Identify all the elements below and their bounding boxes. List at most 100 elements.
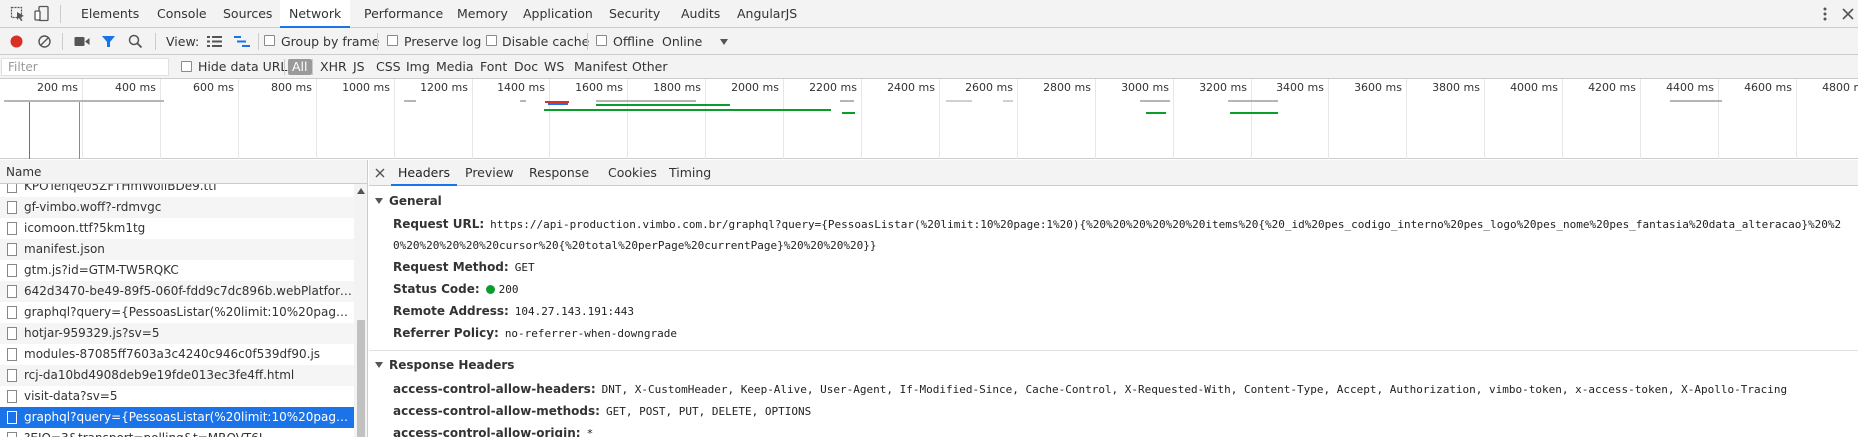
filter-type-font[interactable]: Font <box>480 55 507 79</box>
timeline-gridline <box>1173 79 1174 159</box>
name-column-header[interactable]: Name <box>6 160 41 184</box>
preserve-log-checkbox[interactable] <box>387 35 398 46</box>
hide-data-urls-checkbox[interactable] <box>181 61 192 72</box>
search-icon[interactable] <box>128 34 143 49</box>
timeline-tick-label: 4000 ms <box>1510 81 1558 94</box>
request-bar <box>840 100 854 102</box>
tab-sources[interactable]: Sources <box>214 0 281 27</box>
request-row[interactable]: modules-87085ff7603a3c4240c946c0f539df90… <box>0 344 354 365</box>
tab-angularjs[interactable]: AngularJS <box>728 0 806 27</box>
tab-memory[interactable]: Memory <box>448 0 517 27</box>
record-icon[interactable] <box>9 34 24 49</box>
offline-checkbox[interactable] <box>596 35 607 46</box>
request-row[interactable]: graphql?query={PessoasListar(%20limit:10… <box>0 407 354 428</box>
devtools-tab-bar: Elements Console Sources Network Perform… <box>0 0 1858 28</box>
response-header-value: * <box>586 427 594 437</box>
details-tab-cookies[interactable]: Cookies <box>601 160 664 186</box>
device-toolbar-icon[interactable] <box>34 5 50 23</box>
referrer-policy-key: Referrer Policy: <box>393 326 499 340</box>
timeline-overview[interactable]: 200 ms 400 ms 600 ms 800 ms 1000 ms 1200 ms 14… <box>0 79 1858 159</box>
details-tab-preview[interactable]: Preview <box>458 160 521 186</box>
request-name: gtm.js?id=GTM-TW5RQKC <box>24 263 179 277</box>
details-tab-timing[interactable]: Timing <box>662 160 718 186</box>
scrollbar-thumb[interactable] <box>357 320 365 437</box>
timeline-tick-label: 200 ms <box>37 81 78 94</box>
request-row[interactable]: visit-data?sv=5 <box>0 386 354 407</box>
filter-input[interactable]: Filter <box>1 58 169 76</box>
referrer-policy-row: Referrer Policy: no-referrer-when-downgra… <box>393 326 677 340</box>
request-row[interactable]: ?EIO=3&transport=polling&t=MROVT6L <box>0 428 354 437</box>
capture-screenshots-icon[interactable] <box>74 35 90 48</box>
timeline-gridline <box>238 79 239 159</box>
request-row[interactable]: rcj-da10bd4908deb9e19fde013ec3fe4ff.html <box>0 365 354 386</box>
requests-scrollbar[interactable] <box>354 184 367 437</box>
filter-type-manifest[interactable]: Manifest <box>574 55 627 79</box>
disable-cache-checkbox[interactable] <box>486 35 497 46</box>
file-icon <box>7 306 17 319</box>
timeline-tick-label: 3000 ms <box>1121 81 1169 94</box>
file-icon <box>7 348 17 361</box>
filter-type-img[interactable]: Img <box>406 55 430 79</box>
request-row[interactable]: KPOTenqe05ZFTHmWollBDe9.ttf <box>0 184 354 197</box>
close-devtools-icon[interactable] <box>1840 6 1856 22</box>
request-method-value: GET <box>514 261 535 274</box>
timeline-tick-label: 1600 ms <box>575 81 623 94</box>
more-options-icon[interactable] <box>1822 6 1828 22</box>
show-overview-icon[interactable] <box>234 35 250 48</box>
details-tab-headers[interactable]: Headers <box>391 160 458 186</box>
filter-type-media[interactable]: Media <box>436 55 474 79</box>
filter-type-doc[interactable]: Doc <box>514 55 538 79</box>
filter-type-css[interactable]: CSS <box>376 55 401 79</box>
request-name: icomoon.ttf?5km1tg <box>24 221 146 235</box>
dom-content-loaded-marker <box>29 100 30 159</box>
timeline-tick-label: 2200 ms <box>809 81 857 94</box>
request-bar <box>544 109 831 111</box>
filter-type-xhr[interactable]: XHR <box>320 55 347 79</box>
group-by-frame-checkbox[interactable] <box>264 35 275 46</box>
timeline-tick-label: 4600 ms <box>1744 81 1792 94</box>
request-row[interactable]: manifest.json <box>0 239 354 260</box>
request-bar <box>4 100 164 102</box>
timeline-tick-label: 3200 ms <box>1199 81 1247 94</box>
request-bar <box>404 100 416 102</box>
request-row[interactable]: gf-vimbo.woff?-rdmvgc <box>0 197 354 218</box>
request-row[interactable]: icomoon.ttf?5km1tg <box>0 218 354 239</box>
response-headers-section-toggle[interactable]: Response Headers <box>375 358 514 372</box>
clear-icon[interactable] <box>37 34 52 49</box>
filter-type-other[interactable]: Other <box>632 55 668 79</box>
file-icon <box>7 222 17 235</box>
response-headers-section-title: Response Headers <box>389 358 515 372</box>
timeline-gridline <box>472 79 473 159</box>
tab-security[interactable]: Security <box>600 0 669 27</box>
timeline-gridline <box>783 79 784 159</box>
throttling-select[interactable]: Online <box>662 28 702 55</box>
request-row[interactable]: 642d3470-be49-89f5-060f-fdd9c7dc896b.web… <box>0 281 354 302</box>
tab-console[interactable]: Console <box>148 0 216 27</box>
filter-type-ws[interactable]: WS <box>544 55 564 79</box>
filter-type-all[interactable]: All <box>288 59 312 75</box>
tab-audits[interactable]: Audits <box>672 0 729 27</box>
chevron-down-icon[interactable] <box>720 39 728 45</box>
close-details-icon[interactable] <box>375 168 385 178</box>
tab-performance[interactable]: Performance <box>355 0 452 27</box>
timeline-gridline <box>316 79 317 159</box>
large-request-rows-icon[interactable] <box>207 35 222 48</box>
request-row[interactable]: gtm.js?id=GTM-TW5RQKC <box>0 260 354 281</box>
tab-elements[interactable]: Elements <box>72 0 148 27</box>
general-section-toggle[interactable]: General <box>375 194 442 208</box>
timeline-gridline <box>1251 79 1252 159</box>
filter-icon[interactable] <box>101 34 116 49</box>
request-row[interactable]: hotjar-959329.js?sv=5 <box>0 323 354 344</box>
filter-type-js[interactable]: JS <box>353 55 365 79</box>
tab-network[interactable]: Network <box>280 0 351 28</box>
timeline-tick-label: 1400 ms <box>497 81 545 94</box>
scroll-up-icon[interactable] <box>357 188 365 194</box>
response-header-value: DNT, X-CustomHeader, Keep-Alive, User-Ag… <box>601 383 1788 396</box>
details-tab-response[interactable]: Response <box>522 160 596 186</box>
inspect-element-icon[interactable] <box>10 6 26 22</box>
timeline-tick-label: 600 ms <box>193 81 234 94</box>
request-row[interactable]: graphql?query={PessoasListar(%20limit:10… <box>0 302 354 323</box>
file-icon <box>7 264 17 277</box>
tab-application[interactable]: Application <box>514 0 602 27</box>
remote-address-value: 104.27.143.191:443 <box>514 305 635 318</box>
